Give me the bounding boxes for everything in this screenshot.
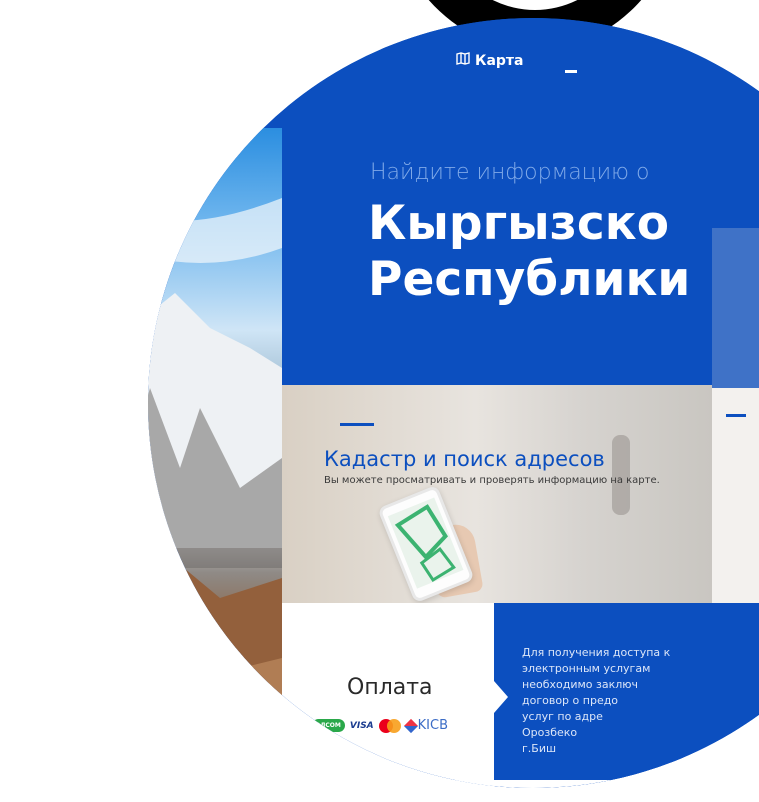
access-line: необходимо заключ <box>522 678 639 691</box>
mastercard-logo <box>378 718 401 733</box>
nav-map-label: Карта <box>475 52 524 69</box>
cadastre-card[interactable]: Кадастр и поиск адресов Вы можете просма… <box>282 385 712 603</box>
magnifier-lens: Карта Найдите информацию о Кыргызско Рес… <box>148 18 759 788</box>
lens-content: Карта Найдите информацию о Кыргызско Рес… <box>148 18 759 788</box>
nav-map-link[interactable]: Карта <box>456 52 523 69</box>
side-panel-strip <box>712 228 759 388</box>
nav-cut-item <box>565 58 577 73</box>
kicb-logo: KICB <box>403 718 448 733</box>
access-line: Орозбеко <box>522 726 578 739</box>
kicb-mark-icon <box>403 718 418 733</box>
side-card-cut <box>712 388 759 603</box>
mountain-image <box>148 128 282 788</box>
screenshot-stage: Карта Найдите информацию о Кыргызско Рес… <box>0 0 759 802</box>
card-accent-line <box>340 423 374 426</box>
access-info-text: Для получения доступа к электронным услу… <box>522 645 759 757</box>
access-line: договор о предо <box>522 694 619 707</box>
bottom-spacer <box>282 780 759 788</box>
cadastre-card-description: Вы можете просматривать и проверять инфо… <box>324 475 660 486</box>
hero-title-line-1: Кыргызско <box>368 196 669 251</box>
hero-title: Кыргызско Республики <box>368 196 690 308</box>
payment-card[interactable]: Оплата ЭЛСОМ VISA KICB <box>282 603 494 788</box>
payment-card-title[interactable]: Оплата <box>347 675 433 700</box>
access-info-card: Для получения доступа к электронным услу… <box>494 603 759 788</box>
hero-title-line-2: Республики <box>368 252 691 307</box>
elsom-logo: ЭЛСОМ <box>312 719 345 732</box>
phone-map-image <box>377 484 475 603</box>
access-line: электронным услугам <box>522 662 651 675</box>
side-card-accent <box>726 414 746 417</box>
map-icon <box>456 52 470 69</box>
access-line: г.Биш <box>522 742 557 755</box>
cadastre-card-title[interactable]: Кадастр и поиск адресов <box>324 447 605 471</box>
access-line: Для получения доступа к <box>522 646 671 659</box>
card-arrow-notch <box>494 681 508 713</box>
access-line: услуг по адре <box>522 710 603 723</box>
visa-logo: VISA <box>349 720 374 731</box>
kicb-logo-text: KICB <box>417 718 448 733</box>
payment-logos: ЭЛСОМ VISA KICB <box>312 718 448 733</box>
hero-subtitle: Найдите информацию о <box>370 160 650 185</box>
